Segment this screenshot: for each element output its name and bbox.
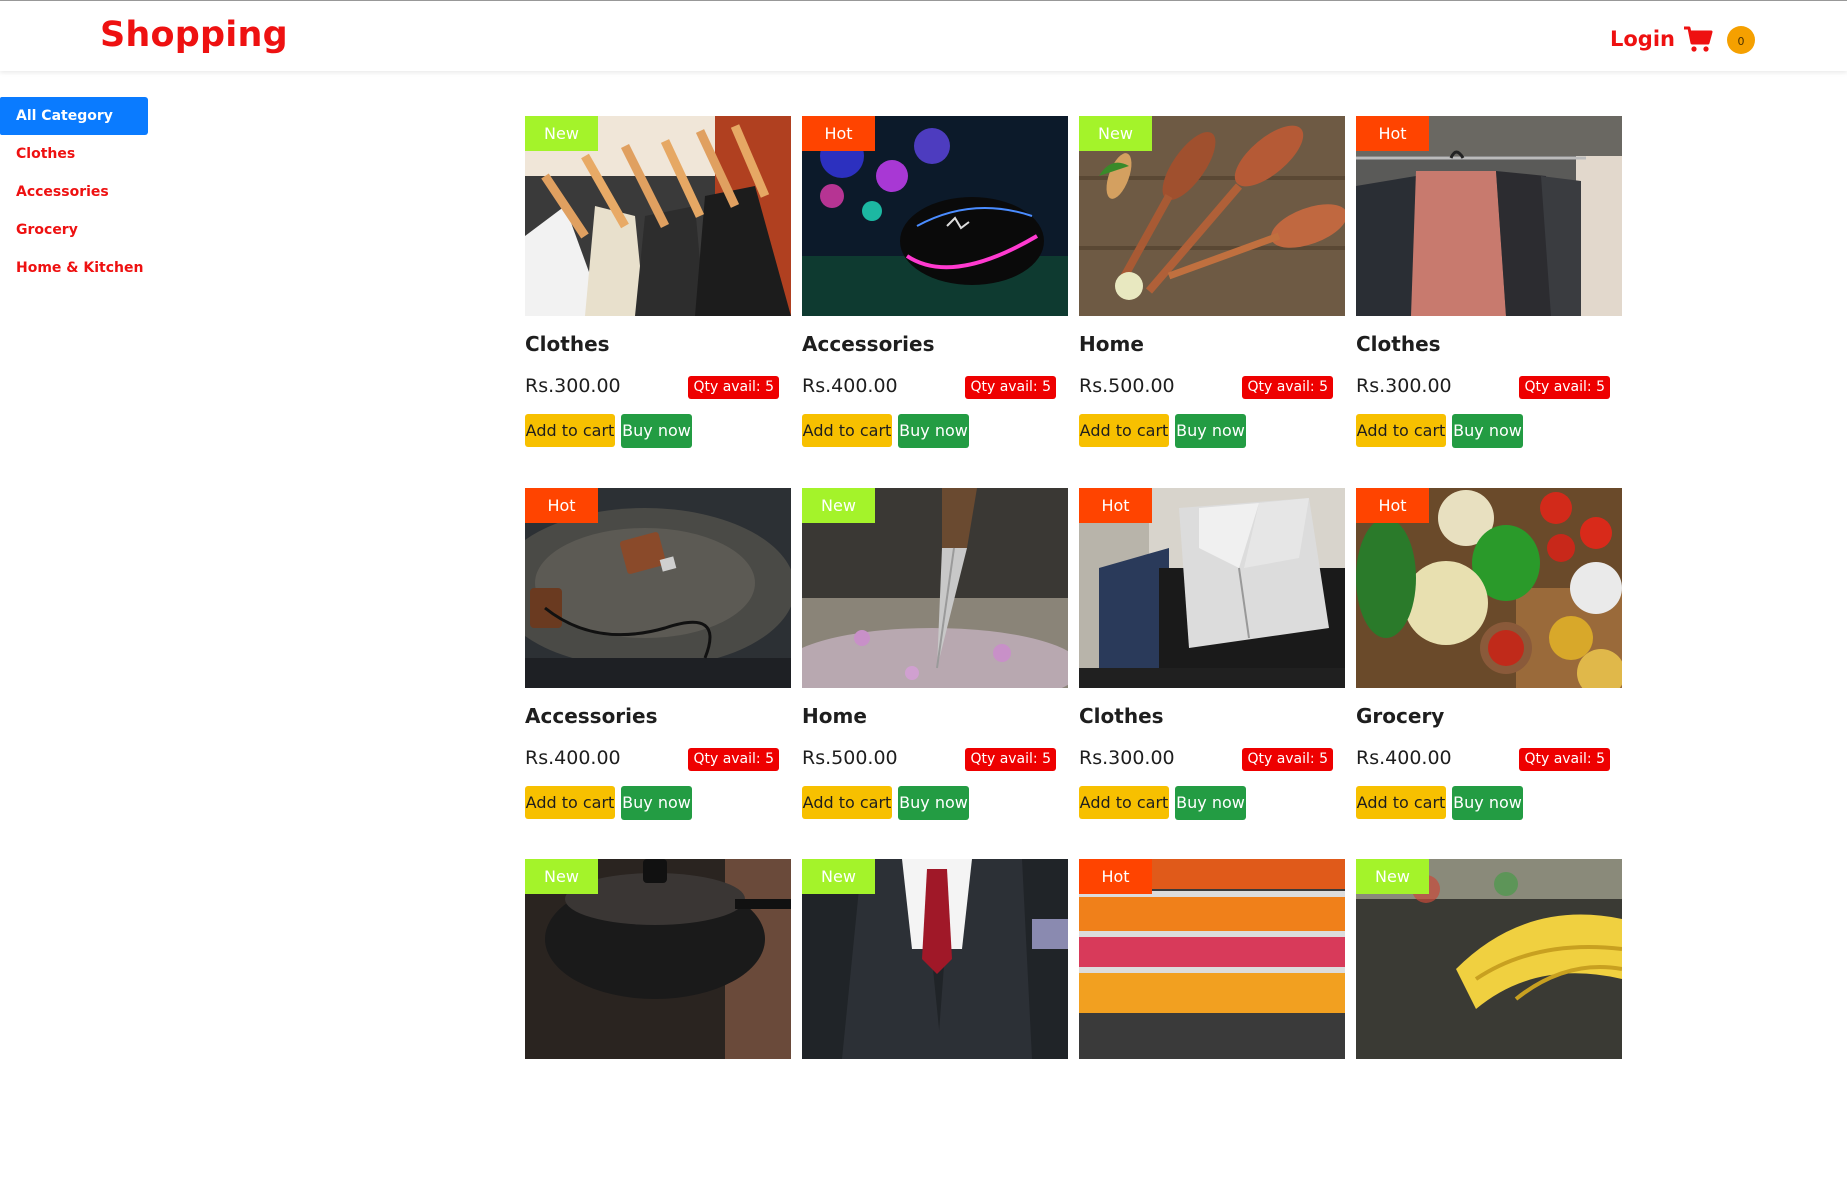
product-image[interactable]: Hot xyxy=(1356,116,1622,316)
product-card: Hot xyxy=(1079,859,1345,1199)
add-to-cart-button[interactable]: Add to cart xyxy=(1079,414,1169,447)
product-price: Rs.400.00 xyxy=(525,747,621,769)
product-name[interactable]: Clothes xyxy=(1079,704,1164,728)
product-price: Rs.300.00 xyxy=(1079,747,1175,769)
badge-hot: Hot xyxy=(802,116,875,151)
product-image[interactable]: Hot xyxy=(1079,488,1345,688)
buy-now-button[interactable]: Buy now xyxy=(1452,786,1523,820)
buy-now-button[interactable]: Buy now xyxy=(621,414,692,448)
product-card: New Clothes Rs.300.00 Qty avail: 5 Add t… xyxy=(525,116,791,456)
add-to-cart-button[interactable]: Add to cart xyxy=(1079,786,1169,819)
add-to-cart-button[interactable]: Add to cart xyxy=(802,414,892,447)
navbar: Shopping Login 0 xyxy=(0,1,1847,71)
product-card: Hot Accessories Rs.400.00 Qty avail: 5 A… xyxy=(525,488,791,828)
product-price: Rs.300.00 xyxy=(1356,375,1452,397)
badge-hot: Hot xyxy=(525,488,598,523)
qty-available-badge: Qty avail: 5 xyxy=(688,376,779,399)
badge-hot: Hot xyxy=(1356,488,1429,523)
buy-now-button[interactable]: Buy now xyxy=(898,786,969,820)
product-price: Rs.400.00 xyxy=(1356,747,1452,769)
product-image[interactable]: New xyxy=(802,488,1068,688)
badge-new: New xyxy=(525,859,598,894)
category-sidebar: All Category Clothes Accessories Grocery… xyxy=(0,97,148,287)
product-card: New xyxy=(1356,859,1622,1199)
brand-logo[interactable]: Shopping xyxy=(100,15,288,55)
qty-available-badge: Qty avail: 5 xyxy=(965,376,1056,399)
category-all[interactable]: All Category xyxy=(0,97,148,135)
product-card: New Home Rs.500.00 Qty avail: 5 Add to c… xyxy=(802,488,1068,828)
product-image[interactable]: New xyxy=(525,116,791,316)
login-link[interactable]: Login xyxy=(1610,27,1675,51)
product-card: Hot Clothes Rs.300.00 Qty avail: 5 Add t… xyxy=(1079,488,1345,828)
category-clothes[interactable]: Clothes xyxy=(0,135,148,173)
badge-hot: Hot xyxy=(1079,859,1152,894)
buy-now-button[interactable]: Buy now xyxy=(621,786,692,820)
product-image[interactable]: Hot xyxy=(1356,488,1622,688)
add-to-cart-button[interactable]: Add to cart xyxy=(1356,786,1446,819)
product-name[interactable]: Clothes xyxy=(1356,332,1441,356)
product-name[interactable]: Home xyxy=(802,704,867,728)
badge-new: New xyxy=(802,488,875,523)
badge-new: New xyxy=(525,116,598,151)
shopping-cart-icon[interactable] xyxy=(1683,25,1713,53)
product-image[interactable]: New xyxy=(802,859,1068,1059)
qty-available-badge: Qty avail: 5 xyxy=(1519,748,1610,771)
badge-hot: Hot xyxy=(1356,116,1429,151)
product-name[interactable]: Clothes xyxy=(525,332,610,356)
product-image[interactable]: New xyxy=(525,859,791,1059)
qty-available-badge: Qty avail: 5 xyxy=(688,748,779,771)
buy-now-button[interactable]: Buy now xyxy=(1452,414,1523,448)
badge-new: New xyxy=(1356,859,1429,894)
product-card: Hot Grocery Rs.400.00 Qty avail: 5 Add t… xyxy=(1356,488,1622,828)
qty-available-badge: Qty avail: 5 xyxy=(1519,376,1610,399)
product-card: Hot Clothes Rs.300.00 Qty avail: 5 Add t… xyxy=(1356,116,1622,456)
qty-available-badge: Qty avail: 5 xyxy=(965,748,1056,771)
product-image[interactable]: New xyxy=(1356,859,1622,1059)
badge-new: New xyxy=(802,859,875,894)
product-image[interactable]: Hot xyxy=(802,116,1068,316)
add-to-cart-button[interactable]: Add to cart xyxy=(525,786,615,819)
category-grocery[interactable]: Grocery xyxy=(0,211,148,249)
product-card: New xyxy=(525,859,791,1199)
add-to-cart-button[interactable]: Add to cart xyxy=(1356,414,1446,447)
product-name[interactable]: Accessories xyxy=(525,704,658,728)
product-price: Rs.500.00 xyxy=(1079,375,1175,397)
product-image[interactable]: Hot xyxy=(1079,859,1345,1059)
product-name[interactable]: Home xyxy=(1079,332,1144,356)
badge-new: New xyxy=(1079,116,1152,151)
buy-now-button[interactable]: Buy now xyxy=(1175,786,1246,820)
product-price: Rs.300.00 xyxy=(525,375,621,397)
qty-available-badge: Qty avail: 5 xyxy=(1242,748,1333,771)
product-image[interactable]: New xyxy=(1079,116,1345,316)
buy-now-button[interactable]: Buy now xyxy=(898,414,969,448)
badge-hot: Hot xyxy=(1079,488,1152,523)
product-price: Rs.400.00 xyxy=(802,375,898,397)
add-to-cart-button[interactable]: Add to cart xyxy=(802,786,892,819)
add-to-cart-button[interactable]: Add to cart xyxy=(525,414,615,447)
product-card: New Home Rs.500.00 Qty avail: 5 Add to c… xyxy=(1079,116,1345,456)
product-image[interactable]: Hot xyxy=(525,488,791,688)
buy-now-button[interactable]: Buy now xyxy=(1175,414,1246,448)
product-price: Rs.500.00 xyxy=(802,747,898,769)
product-card: Hot Accessories Rs.400.00 Qty avail: 5 A… xyxy=(802,116,1068,456)
category-accessories[interactable]: Accessories xyxy=(0,173,148,211)
product-name[interactable]: Grocery xyxy=(1356,704,1444,728)
product-name[interactable]: Accessories xyxy=(802,332,935,356)
cart-count-badge: 0 xyxy=(1727,26,1755,54)
category-home-kitchen[interactable]: Home & Kitchen xyxy=(0,249,148,287)
qty-available-badge: Qty avail: 5 xyxy=(1242,376,1333,399)
product-card: New xyxy=(802,859,1068,1199)
